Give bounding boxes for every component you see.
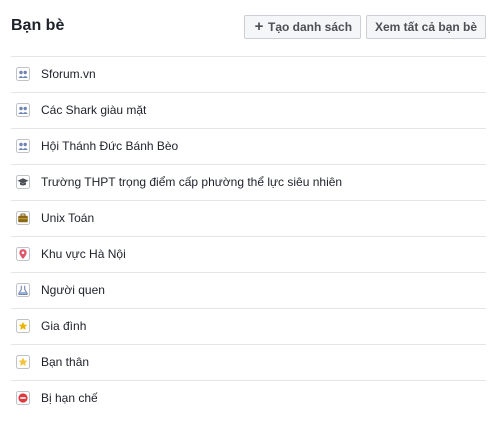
list-item-school[interactable]: Trường THPT trọng điểm cấp phường thể lự… — [11, 164, 486, 200]
acquaintance-icon — [16, 283, 30, 297]
star-icon — [16, 355, 30, 369]
list-item-label: Bạn thân — [41, 355, 90, 369]
list-item-label: Người quen — [41, 283, 105, 297]
list-item-ban-than[interactable]: Bạn thân — [11, 344, 486, 380]
page-title: Bạn bè — [11, 17, 65, 34]
group-icon — [16, 67, 30, 81]
graduation-cap-icon — [16, 175, 30, 189]
view-all-friends-button[interactable]: Xem tất cả bạn bè — [366, 15, 486, 39]
friend-lists: Sforum.vn Các Shark giàu mặt Hội Thánh Đ… — [11, 56, 486, 416]
list-item-ha-noi[interactable]: Khu vực Hà Nội — [11, 236, 486, 272]
group-icon — [16, 103, 30, 117]
briefcase-icon — [16, 211, 30, 225]
list-item-label: Hội Thánh Đức Bánh Bèo — [41, 139, 179, 153]
list-item-hoi-thanh[interactable]: Hội Thánh Đức Bánh Bèo — [11, 128, 486, 164]
view-all-friends-label: Xem tất cả bạn bè — [375, 20, 478, 34]
list-item-unix-toan[interactable]: Unix Toán — [11, 200, 486, 236]
list-item-label: Gia đình — [41, 319, 87, 333]
group-icon — [16, 139, 30, 153]
list-item-gia-dinh[interactable]: Gia đình — [11, 308, 486, 344]
create-list-button[interactable]: + Tạo danh sách — [244, 15, 361, 39]
plus-icon: + — [254, 18, 264, 35]
family-house-icon — [16, 319, 30, 333]
list-item-label: Trường THPT trọng điểm cấp phường thể lự… — [41, 175, 343, 189]
list-item-sforum[interactable]: Sforum.vn — [11, 56, 486, 92]
list-item-label: Khu vực Hà Nội — [41, 247, 126, 261]
location-pin-icon — [16, 247, 30, 261]
list-item-shark[interactable]: Các Shark giàu mặt — [11, 92, 486, 128]
list-item-label: Các Shark giàu mặt — [41, 103, 147, 117]
list-item-label: Bị hạn chế — [41, 391, 98, 405]
create-list-label: Tạo danh sách — [268, 20, 353, 34]
friends-header: Bạn bè + Tạo danh sách Xem tất cả bạn bè — [0, 0, 496, 56]
list-item-label: Unix Toán — [41, 211, 95, 225]
list-item-nguoi-quen[interactable]: Người quen — [11, 272, 486, 308]
list-item-bi-han-che[interactable]: Bị hạn chế — [11, 380, 486, 416]
list-item-label: Sforum.vn — [41, 67, 96, 81]
restricted-icon — [16, 391, 30, 405]
